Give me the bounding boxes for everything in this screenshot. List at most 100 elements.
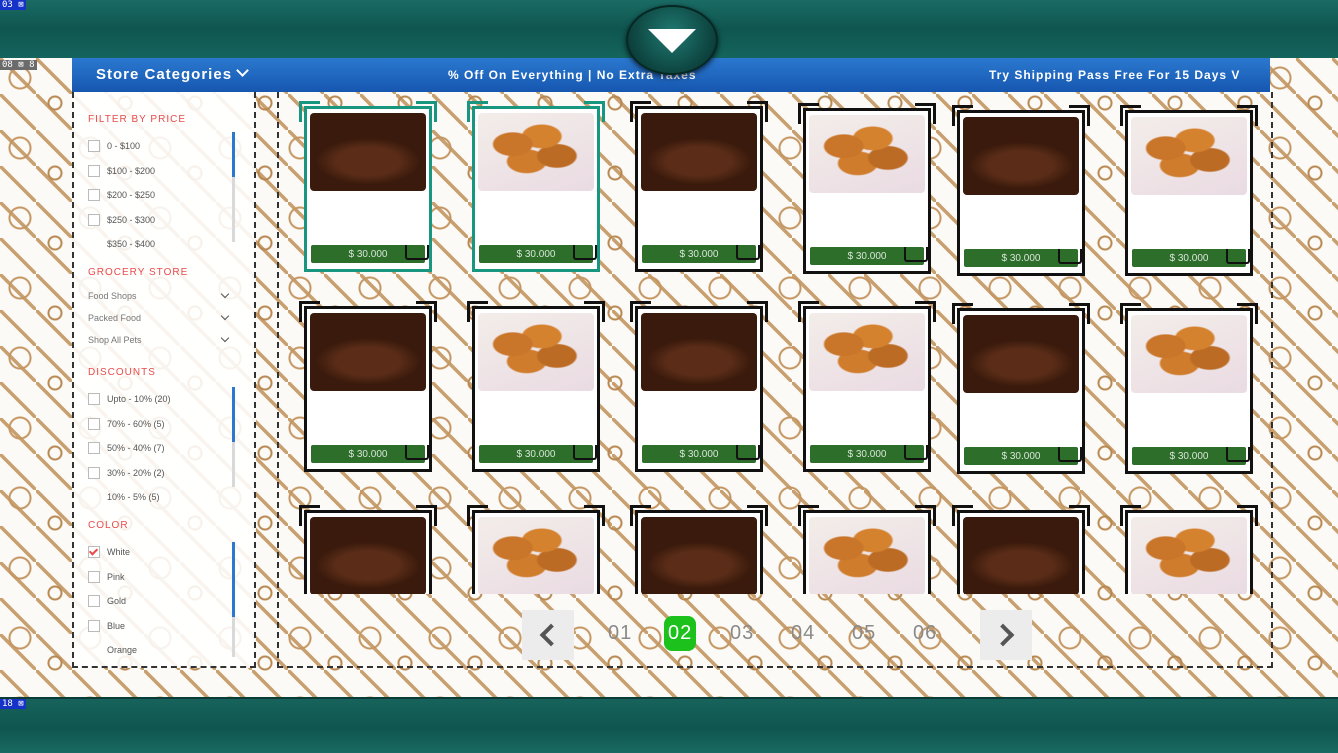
grocery-dropdown[interactable]: Shop All Pets (88, 333, 230, 345)
filter-price-option[interactable]: $250 - $300 (88, 213, 155, 226)
product-card[interactable]: $ 30.000 (952, 105, 1090, 276)
filter-scrollbar[interactable] (232, 132, 235, 242)
product-card[interactable]: $ 30.000 (630, 505, 768, 594)
cart-icon[interactable] (573, 245, 597, 260)
chicken-image (809, 517, 925, 594)
filter-color-option[interactable]: White (88, 546, 130, 558)
product-card[interactable]: $ 30.000 (798, 103, 936, 274)
steak-image (310, 313, 426, 391)
product-card[interactable]: $ 30.000 (467, 505, 605, 594)
page-01-button[interactable]: 01 (608, 622, 632, 645)
product-card[interactable]: $ 30.000 (299, 301, 437, 472)
filter-option-label: 10% - 5% (5) (107, 492, 160, 502)
filter-price-option[interactable]: 0 - $100 (88, 140, 140, 152)
filter-price-option[interactable]: $200 - $250 (88, 189, 155, 201)
product-card[interactable]: $ 30.000 (952, 505, 1090, 594)
page-03-button[interactable]: 03 (730, 622, 754, 645)
page-02-button[interactable]: 02 (664, 616, 697, 651)
cart-icon[interactable] (904, 247, 928, 262)
price-bar: $ 30.000 (1132, 447, 1250, 465)
filter-discounts-option[interactable]: 50% - 40% (7) (88, 442, 165, 454)
page-06-button[interactable]: 06 (913, 622, 937, 645)
product-price: $ 30.000 (348, 448, 388, 460)
filter-option-label: 30% - 20% (2) (107, 467, 165, 478)
filter-price-title: FILTER BY PRICE (88, 114, 186, 125)
cart-icon[interactable] (1058, 447, 1082, 462)
product-card[interactable]: $ 30.000 (952, 303, 1090, 474)
filter-option-label: 0 - $100 (107, 141, 141, 151)
checkbox[interactable] (88, 238, 100, 250)
checkbox[interactable] (88, 619, 100, 632)
checkbox[interactable] (88, 140, 100, 152)
product-card[interactable]: $ 30.000 (467, 301, 605, 472)
filter-scrollbar[interactable] (232, 387, 235, 487)
chicken-image (1131, 315, 1247, 393)
filter-discounts-option[interactable]: 30% - 20% (2) (88, 466, 165, 479)
chevron-left-icon (539, 623, 563, 647)
checkbox[interactable] (88, 189, 100, 201)
grocery-dropdown[interactable]: Packed Food (88, 311, 230, 323)
chevron-down-icon (220, 311, 230, 321)
cart-icon[interactable] (1226, 249, 1250, 264)
chicken-image (1131, 117, 1247, 195)
product-card[interactable]: $ 30.000 (798, 301, 936, 472)
product-card[interactable]: $ 30.000 (299, 101, 437, 272)
prev-page-button[interactable] (522, 610, 574, 660)
filter-price-option[interactable]: $100 - $200 (88, 164, 155, 177)
page-05-button[interactable]: 05 (852, 622, 876, 645)
checkbox[interactable] (88, 442, 100, 454)
steak-image (963, 117, 1079, 195)
checkbox[interactable] (88, 213, 100, 226)
grocery-dropdown[interactable]: Food Shops (88, 289, 230, 301)
filter-color-option[interactable]: Blue (88, 619, 125, 632)
filter-scrollbar[interactable] (232, 542, 235, 657)
checkbox[interactable] (88, 491, 100, 503)
product-card[interactable]: $ 30.000 (1120, 105, 1258, 276)
checkbox[interactable] (88, 164, 100, 177)
cart-icon[interactable] (904, 445, 928, 460)
product-card[interactable]: $ 30.000 (1120, 303, 1258, 474)
checkbox[interactable] (88, 595, 100, 607)
checkbox[interactable] (88, 466, 100, 479)
checkbox[interactable] (88, 546, 100, 558)
price-bar: $ 30.000 (964, 447, 1082, 465)
cart-icon[interactable] (405, 245, 429, 260)
cart-icon[interactable] (736, 245, 760, 260)
chicken-image (478, 517, 594, 594)
cart-icon[interactable] (1058, 249, 1082, 264)
steak-image (310, 113, 426, 191)
filter-price-option[interactable]: $350 - $400 (88, 238, 155, 250)
product-price: $ 30.000 (1169, 450, 1209, 462)
next-page-button[interactable] (980, 610, 1032, 660)
filter-grocery-title: GROCERY STORE (88, 267, 189, 278)
product-card[interactable]: $ 30.000 (630, 301, 768, 472)
price-bar: $ 30.000 (479, 445, 597, 463)
price-bar: $ 30.000 (311, 445, 429, 463)
checkbox[interactable] (88, 417, 100, 430)
collapse-toggle-button[interactable] (626, 5, 718, 75)
product-price: $ 30.000 (516, 448, 556, 460)
filter-option-label: Upto - 10% (20) (107, 394, 171, 404)
checkbox[interactable] (88, 393, 100, 405)
product-card[interactable]: $ 30.000 (467, 101, 605, 272)
filter-discounts-option[interactable]: Upto - 10% (20) (88, 393, 171, 405)
filter-discounts-option[interactable]: 70% - 60% (5) (88, 417, 165, 430)
filter-discounts-option[interactable]: 10% - 5% (5) (88, 491, 160, 503)
debug-tag-mid: 08 ⊠ 8 (0, 60, 37, 70)
filter-color-option[interactable]: Orange (88, 644, 137, 656)
filter-color-option[interactable]: Gold (88, 595, 126, 607)
cart-icon[interactable] (405, 445, 429, 460)
product-card[interactable]: $ 30.000 (630, 101, 768, 272)
cart-icon[interactable] (573, 445, 597, 460)
product-card[interactable]: $ 30.000 (299, 505, 437, 594)
filter-color-option[interactable]: Pink (88, 570, 125, 583)
product-card[interactable]: $ 30.000 (1120, 505, 1258, 594)
product-card[interactable]: $ 30.000 (798, 505, 936, 594)
store-categories-dropdown[interactable]: Store Categories (96, 64, 249, 83)
checkbox[interactable] (88, 644, 100, 656)
chicken-image (1131, 517, 1247, 594)
page-04-button[interactable]: 04 (791, 622, 815, 645)
cart-icon[interactable] (1226, 447, 1250, 462)
cart-icon[interactable] (736, 445, 760, 460)
checkbox[interactable] (88, 570, 100, 583)
